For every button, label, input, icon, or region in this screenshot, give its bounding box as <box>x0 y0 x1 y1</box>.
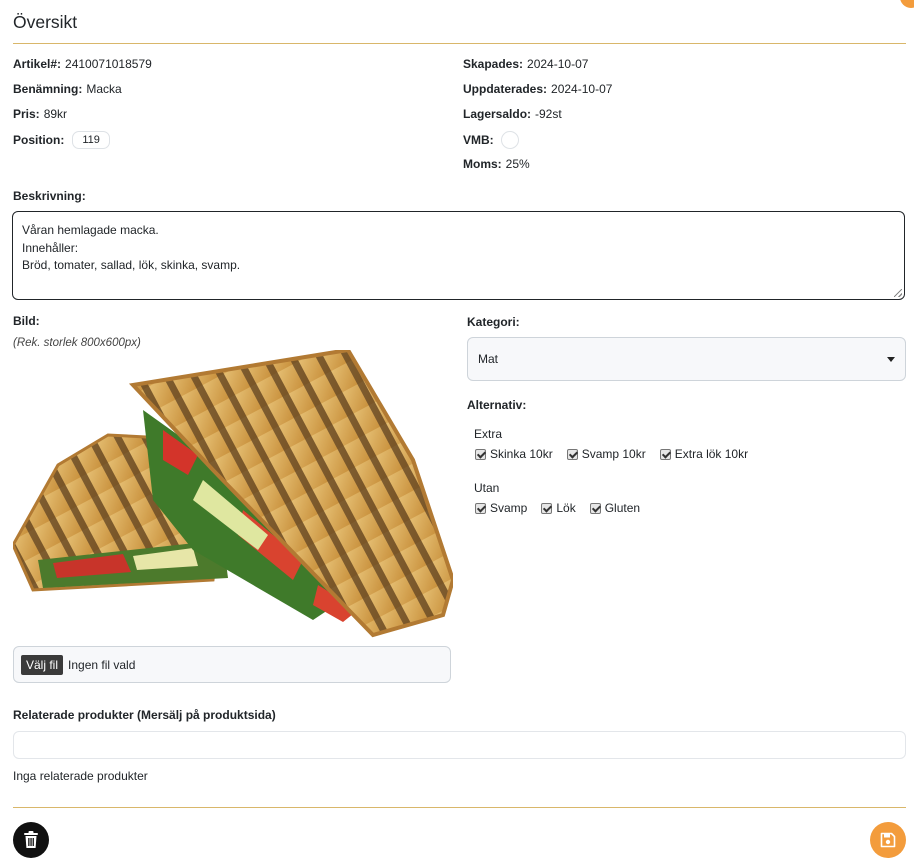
updated-row: Uppdaterades: 2024-10-07 <box>463 82 612 96</box>
related-products-empty-text: Inga relaterade produkter <box>13 769 148 783</box>
stock-value: -92st <box>535 107 562 121</box>
description-line: Innehåller: <box>22 240 79 255</box>
position-field[interactable]: 119 <box>72 131 110 149</box>
option-item[interactable]: Svamp 10kr <box>566 447 646 461</box>
options-label: Alternativ: <box>467 398 527 412</box>
header-divider <box>13 43 906 44</box>
floppy-disk-icon <box>880 832 896 848</box>
option-item[interactable]: Gluten <box>589 501 641 515</box>
choose-file-button[interactable]: Välj fil <box>21 654 64 675</box>
checkbox-checked[interactable] <box>475 502 486 514</box>
article-number-value: 2410071018579 <box>65 57 152 71</box>
page-title: Översikt <box>13 12 78 32</box>
updated-label: Uppdaterades: <box>463 82 548 96</box>
option-item[interactable]: Lök <box>541 501 576 515</box>
price-row: Pris: 89kr <box>13 107 67 121</box>
description-line: Bröd, tomater, sallad, lök, skinka, svam… <box>22 258 241 272</box>
option-label: Gluten <box>604 501 641 515</box>
product-image <box>11 347 456 640</box>
stock-row: Lagersaldo: -92st <box>463 107 562 121</box>
position-row: Position: 119 <box>13 131 110 149</box>
option-label: Skinka 10kr <box>490 447 553 461</box>
description-textarea[interactable]: Våran hemlagade macka. Innehåller: Bröd,… <box>12 211 905 300</box>
name-row: Benämning: Macka <box>13 82 122 96</box>
option-item[interactable]: Skinka 10kr <box>475 447 553 461</box>
option-group-extra: Skinka 10kr Svamp 10kr Extra lök 10kr <box>475 447 748 461</box>
option-label: Svamp <box>490 501 528 515</box>
sandwich-illustration <box>11 347 456 638</box>
description-line: Våran hemlagade macka. <box>22 223 159 237</box>
vmb-toggle[interactable] <box>500 131 519 149</box>
option-item[interactable]: Svamp <box>475 501 527 515</box>
checkbox-checked[interactable] <box>659 448 671 460</box>
option-group-without: Svamp Lök Gluten <box>475 501 640 515</box>
vat-value: 25% <box>505 157 530 171</box>
checkbox-checked[interactable] <box>566 448 578 460</box>
delete-button[interactable] <box>13 822 49 858</box>
name-value: Macka <box>86 82 122 96</box>
related-products-label: Relaterade produkter (Mersälj på produkt… <box>13 708 276 722</box>
article-number-label: Artikel#: <box>13 57 62 71</box>
save-button[interactable] <box>870 822 906 858</box>
caret-down-icon <box>887 356 895 362</box>
created-label: Skapades: <box>463 57 524 71</box>
image-size-hint: (Rek. storlek 800x600px) <box>13 337 141 349</box>
checkbox-checked[interactable] <box>589 502 601 514</box>
article-number-row: Artikel#: 2410071018579 <box>13 57 152 71</box>
description-label: Beskrivning: <box>13 189 86 203</box>
option-label: Extra lök 10kr <box>674 447 749 461</box>
image-file-input[interactable]: Välj fil Ingen fil vald <box>13 646 451 683</box>
created-row: Skapades: 2024-10-07 <box>463 57 588 71</box>
category-selected-value: Mat <box>478 352 499 366</box>
vat-label: Moms: <box>463 157 502 171</box>
stock-label: Lagersaldo: <box>463 107 532 121</box>
vat-row: Moms: 25% <box>463 157 530 171</box>
option-group-title: Extra <box>474 427 503 441</box>
related-products-input[interactable] <box>13 731 906 759</box>
option-item[interactable]: Extra lök 10kr <box>659 447 749 461</box>
footer-divider <box>13 807 906 808</box>
category-select[interactable]: Mat <box>467 337 906 381</box>
price-value: 89kr <box>43 107 68 121</box>
category-label: Kategori: <box>467 315 520 329</box>
image-label: Bild: <box>13 314 40 328</box>
position-label: Position: <box>13 133 65 147</box>
vmb-row: VMB: <box>463 131 519 149</box>
trash-icon <box>24 831 38 848</box>
vmb-label: VMB: <box>463 133 494 147</box>
updated-value: 2024-10-07 <box>551 82 613 96</box>
option-label: Svamp 10kr <box>581 447 646 461</box>
checkbox-checked[interactable] <box>541 502 553 514</box>
created-value: 2024-10-07 <box>527 57 589 71</box>
checkbox-checked[interactable] <box>475 448 486 460</box>
name-label: Benämning: <box>13 82 83 96</box>
textarea-resize-handle[interactable] <box>894 289 902 297</box>
price-label: Pris: <box>13 107 40 121</box>
file-status-text: Ingen fil vald <box>68 657 136 672</box>
option-label: Lök <box>556 501 576 515</box>
corner-accent-dot <box>900 0 914 8</box>
option-group-title: Utan <box>474 481 500 495</box>
